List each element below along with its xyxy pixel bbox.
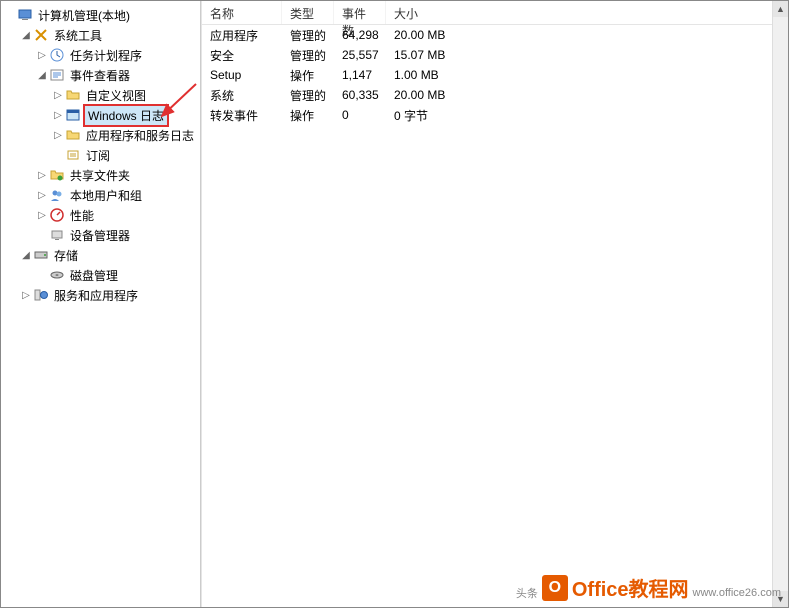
cell-type: 管理的 [282,45,334,66]
subscription-icon [65,147,81,163]
expand-icon[interactable]: ▷ [35,188,49,202]
cell-type: 管理的 [282,85,334,106]
tree-item-local-users[interactable]: ▷ 本地用户和组 [3,185,198,205]
table-row[interactable]: 应用程序管理的64,29820.00 MB [202,25,788,45]
tree-label: 自定义视图 [83,86,149,105]
rows-container: 应用程序管理的64,29820.00 MB安全管理的25,55715.07 MB… [202,25,788,125]
cell-size: 20.00 MB [386,26,788,44]
tree-label: 订阅 [83,146,113,165]
expand-icon[interactable]: ▷ [35,48,49,62]
tree-item-shared-folders[interactable]: ▷ 共享文件夹 [3,165,198,185]
cell-size: 1.00 MB [386,66,788,84]
column-header-count[interactable]: 事件数 [334,1,386,24]
expand-icon[interactable]: ▷ [19,288,33,302]
tree-label: 任务计划程序 [67,46,145,65]
scroll-track[interactable] [773,17,788,591]
device-manager-icon [49,227,65,243]
collapse-icon[interactable]: ◢ [19,28,33,42]
cell-count: 0 [334,106,386,124]
navigation-tree-panel: ▶ 计算机管理(本地) ◢ 系统工具 ▷ 任务计划程序 ◢ 事件查看器 ▷ [1,1,201,607]
tree-item-subscriptions[interactable]: ▷ 订阅 [3,145,198,165]
navigation-tree: ▶ 计算机管理(本地) ◢ 系统工具 ▷ 任务计划程序 ◢ 事件查看器 ▷ [3,5,198,305]
tree-label: 服务和应用程序 [51,286,141,305]
tree-label: 性能 [67,206,97,225]
column-headers: 名称 类型 事件数 大小 [202,1,788,25]
tree-label: 磁盘管理 [67,266,121,285]
tree-item-storage[interactable]: ◢ 存储 [3,245,198,265]
cell-count: 1,147 [334,66,386,84]
cell-size: 15.07 MB [386,46,788,64]
column-header-size[interactable]: 大小 [386,1,788,24]
details-panel: 名称 类型 事件数 大小 应用程序管理的64,29820.00 MB安全管理的2… [201,1,788,607]
expand-icon[interactable]: ▷ [51,128,65,142]
tree-item-disk-management[interactable]: ▷ 磁盘管理 [3,265,198,285]
table-row[interactable]: 安全管理的25,55715.07 MB [202,45,788,65]
expand-icon: ▶ [3,8,17,22]
tree-item-app-service-logs[interactable]: ▷ 应用程序和服务日志 [3,125,198,145]
cell-count: 64,298 [334,26,386,44]
cell-name: Setup [202,66,282,84]
users-icon [49,187,65,203]
cell-name: 应用程序 [202,25,282,46]
table-row[interactable]: Setup操作1,1471.00 MB [202,65,788,85]
cell-size: 20.00 MB [386,86,788,104]
expand-icon[interactable]: ▷ [35,208,49,222]
column-header-name[interactable]: 名称 [202,1,282,24]
cell-name: 系统 [202,85,282,106]
cell-count: 60,335 [334,86,386,104]
tree-item-services-apps[interactable]: ▷ 服务和应用程序 [3,285,198,305]
table-row[interactable]: 系统管理的60,33520.00 MB [202,85,788,105]
collapse-icon[interactable]: ◢ [35,68,49,82]
scroll-down-button[interactable]: ▼ [773,591,788,607]
folder-icon [65,87,81,103]
collapse-icon[interactable]: ◢ [19,248,33,262]
tree-label-selected: Windows 日志 [83,104,169,127]
expand-icon: ▷ [51,148,65,162]
event-viewer-icon [49,67,65,83]
computer-icon [17,7,33,23]
cell-count: 25,557 [334,46,386,64]
vertical-scrollbar[interactable]: ▲ ▼ [772,1,788,607]
tree-item-custom-views[interactable]: ▷ 自定义视图 [3,85,198,105]
tree-item-task-scheduler[interactable]: ▷ 任务计划程序 [3,45,198,65]
cell-type: 管理的 [282,25,334,46]
expand-icon[interactable]: ▷ [51,108,65,122]
cell-type: 操作 [282,65,334,86]
tree-label: 系统工具 [51,26,105,45]
tree-label: 本地用户和组 [67,186,145,205]
expand-icon[interactable]: ▷ [51,88,65,102]
table-row[interactable]: 转发事件操作00 字节 [202,105,788,125]
storage-icon [33,247,49,263]
expand-icon: ▷ [35,228,49,242]
windows-logs-icon [65,107,81,123]
tree-label: 应用程序和服务日志 [83,126,197,145]
tree-label: 事件查看器 [67,66,133,85]
cell-type: 操作 [282,105,334,126]
tree-item-root[interactable]: ▶ 计算机管理(本地) [3,5,198,25]
tree-item-windows-logs[interactable]: ▷ Windows 日志 [3,105,198,125]
performance-icon [49,207,65,223]
tree-label: 计算机管理(本地) [35,6,133,25]
cell-size: 0 字节 [386,105,788,126]
disk-icon [49,267,65,283]
expand-icon[interactable]: ▷ [35,168,49,182]
tree-item-device-manager[interactable]: ▷ 设备管理器 [3,225,198,245]
shared-folder-icon [49,167,65,183]
tree-label: 存储 [51,246,81,265]
cell-name: 转发事件 [202,105,282,126]
clock-icon [49,47,65,63]
folder-icon [65,127,81,143]
column-header-type[interactable]: 类型 [282,1,334,24]
tree-item-performance[interactable]: ▷ 性能 [3,205,198,225]
tree-label: 设备管理器 [67,226,133,245]
scroll-up-button[interactable]: ▲ [773,1,788,17]
cell-name: 安全 [202,45,282,66]
expand-icon: ▷ [35,268,49,282]
tree-item-event-viewer[interactable]: ◢ 事件查看器 [3,65,198,85]
tree-label: 共享文件夹 [67,166,133,185]
services-icon [33,287,49,303]
tools-icon [33,27,49,43]
tree-item-system-tools[interactable]: ◢ 系统工具 [3,25,198,45]
